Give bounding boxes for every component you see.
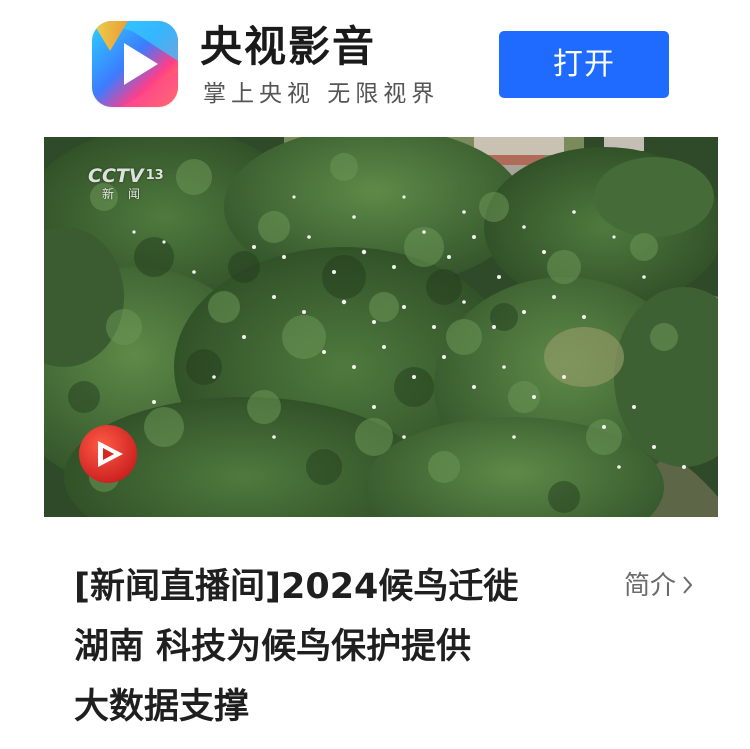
app-slogan: 掌上央视 无限视界 — [203, 81, 440, 107]
video-title-line: 大数据支撑 — [74, 687, 250, 727]
share-landing-page: 央视影音 掌上央视 无限视界 打开 CCTV 13 新闻 [新闻直播间]2024… — [0, 0, 750, 749]
open-app-button[interactable]: 打开 — [499, 31, 669, 98]
chevron-right-icon — [683, 576, 693, 594]
channel-number: 13 — [145, 168, 164, 183]
channel-watermark: CCTV 13 新闻 — [88, 166, 164, 202]
intro-label: 简介 — [624, 571, 677, 601]
intro-link[interactable]: 简介 — [624, 566, 693, 606]
channel-sub-label: 新闻 — [102, 187, 155, 201]
video-player[interactable]: CCTV 13 新闻 — [44, 137, 718, 517]
video-title-line: 湖南 科技为候鸟保护提供 — [74, 627, 472, 667]
app-download-banner: 央视影音 掌上央视 无限视界 打开 — [0, 0, 750, 124]
app-logo-icon — [92, 21, 178, 107]
play-badge-icon[interactable] — [77, 423, 139, 485]
video-title-line: [新闻直播间]2024候鸟迁徙 — [74, 567, 519, 607]
video-title: [新闻直播间]2024候鸟迁徙 湖南 科技为候鸟保护提供 大数据支撑 — [74, 557, 594, 737]
app-name: 央视影音 — [200, 22, 377, 71]
channel-logo-text: CCTV — [88, 165, 144, 187]
channel-logo: CCTV 13 — [88, 166, 164, 186]
